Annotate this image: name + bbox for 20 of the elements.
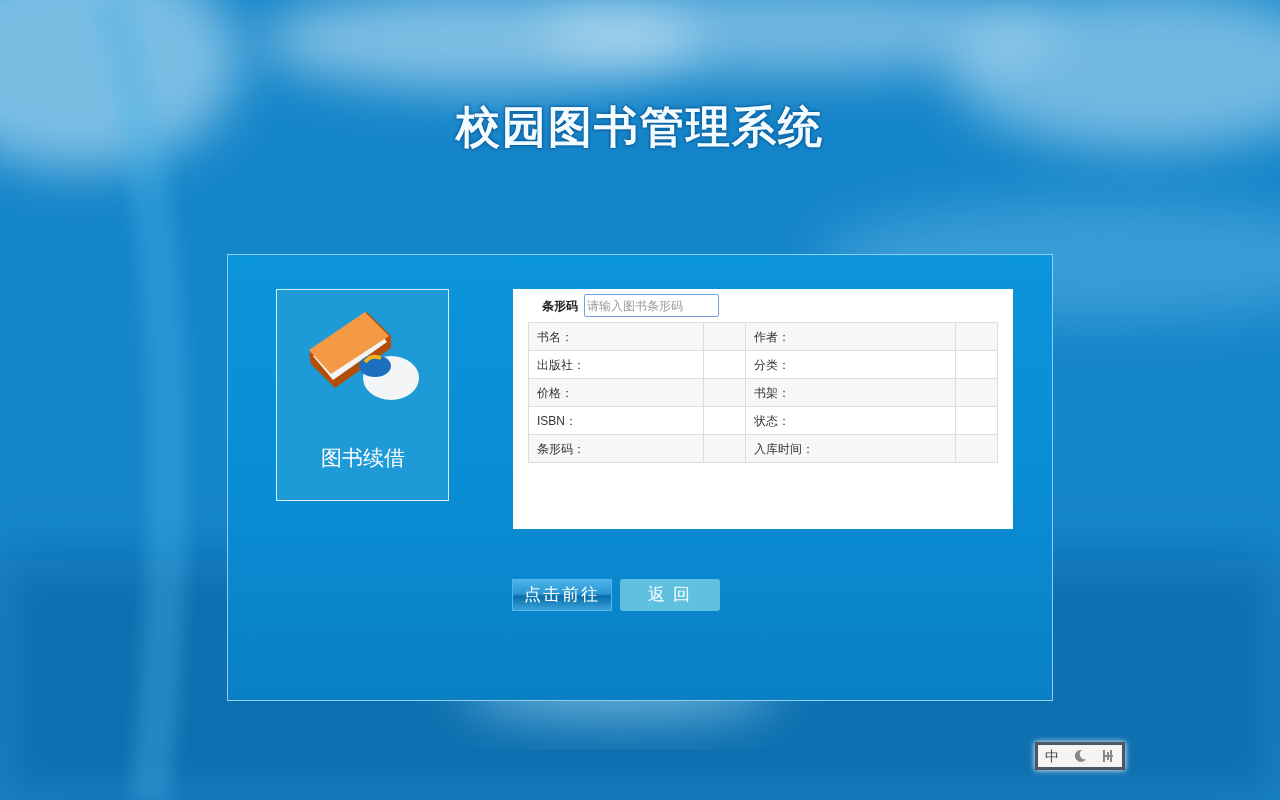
field-label: 分类： bbox=[745, 350, 956, 379]
feature-tile[interactable]: 图书续借 bbox=[276, 289, 449, 501]
field-label: 入库时间： bbox=[745, 434, 956, 463]
field-label: 条形码： bbox=[528, 434, 704, 463]
moon-icon bbox=[1073, 749, 1087, 763]
field-label: 书名： bbox=[528, 322, 704, 351]
go-button[interactable]: 点击前往 bbox=[512, 579, 612, 611]
tile-label: 图书续借 bbox=[320, 445, 405, 471]
field-label: 出版社： bbox=[528, 350, 704, 379]
field-label: ISBN： bbox=[528, 406, 704, 435]
ime-toolbar[interactable]: 中 bbox=[1035, 742, 1125, 770]
input-mode-label: 中 bbox=[1045, 746, 1059, 766]
punctuation-icon bbox=[1101, 749, 1115, 763]
field-label: 书架： bbox=[745, 378, 956, 407]
field-label: 作者： bbox=[745, 322, 956, 351]
field-label: 价格： bbox=[528, 378, 704, 407]
barcode-input[interactable]: 请输入图书条形码 bbox=[584, 294, 719, 317]
page-title: 校园图书管理系统 bbox=[456, 101, 824, 153]
field-label: 状态： bbox=[745, 406, 956, 435]
field-label: 条形码 bbox=[542, 297, 578, 315]
